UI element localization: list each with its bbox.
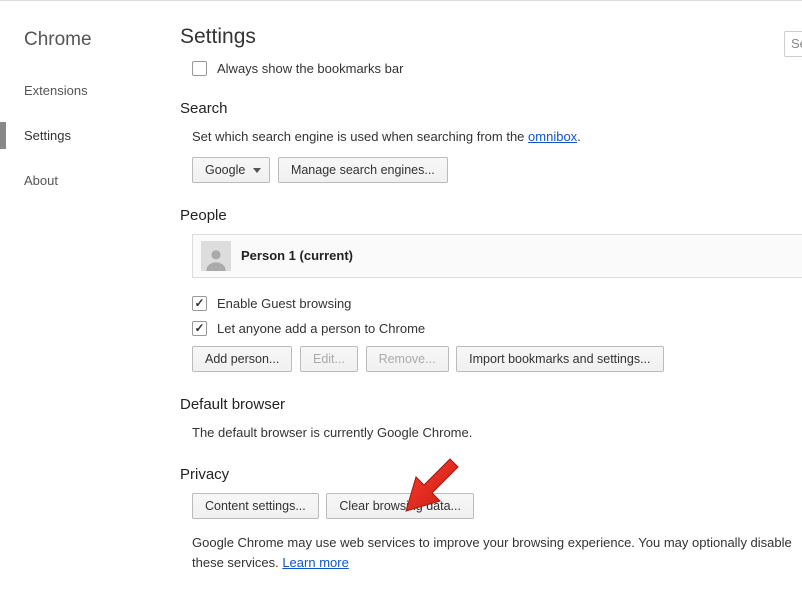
add-person-button[interactable]: Add person... [192,346,292,372]
sidebar: Chrome Extensions Settings About [0,1,170,210]
anyone-add-person-row: Let anyone add a person to Chrome [192,321,802,336]
section-search: Search Set which search engine is used w… [180,100,802,183]
default-browser-text: The default browser is currently Google … [192,423,802,443]
sidebar-item-about[interactable]: About [0,165,170,196]
main-content: Settings Se Always show the bookmarks ba… [180,1,802,596]
sidebar-item-label: Extensions [24,83,88,98]
always-show-bookmarks-row: Always show the bookmarks bar [192,61,802,76]
always-show-bookmarks-checkbox[interactable] [192,61,207,76]
import-bookmarks-button[interactable]: Import bookmarks and settings... [456,346,663,372]
avatar [201,241,231,271]
sidebar-item-label: About [24,173,58,188]
section-heading-privacy: Privacy [180,466,802,483]
always-show-bookmarks-label: Always show the bookmarks bar [217,61,403,76]
section-default-browser: Default browser The default browser is c… [180,396,802,443]
section-appearance-tail: Always show the bookmarks bar [180,61,802,76]
page-title: Settings [180,25,802,49]
guest-browsing-checkbox[interactable] [192,296,207,311]
sidebar-title: Chrome [0,29,170,51]
person-icon [203,245,229,271]
anyone-add-person-checkbox[interactable] [192,321,207,336]
manage-search-engines-button[interactable]: Manage search engines... [278,157,448,183]
sidebar-item-label: Settings [24,128,71,143]
search-engine-selected: Google [205,163,245,177]
content-settings-button[interactable]: Content settings... [192,493,319,519]
guest-browsing-row: Enable Guest browsing [192,296,802,311]
sidebar-item-settings[interactable]: Settings [0,120,170,151]
section-privacy: Privacy Content settings... Clear browsi… [180,466,802,572]
section-heading-people: People [180,207,802,224]
person-name: Person 1 (current) [241,248,353,263]
section-heading-default-browser: Default browser [180,396,802,413]
search-settings-input[interactable]: Se [784,31,802,57]
learn-more-link[interactable]: Learn more [282,555,348,570]
sidebar-item-extensions[interactable]: Extensions [0,75,170,106]
omnibox-link[interactable]: omnibox [528,129,577,144]
search-desc-prefix: Set which search engine is used when sea… [192,129,528,144]
edit-person-button[interactable]: Edit... [300,346,358,372]
section-heading-search: Search [180,100,802,117]
section-people: People Person 1 (current) Enable Guest b… [180,207,802,372]
clear-browsing-data-button[interactable]: Clear browsing data... [326,493,474,519]
anyone-add-person-label: Let anyone add a person to Chrome [217,321,425,336]
privacy-description: Google Chrome may use web services to im… [192,533,802,572]
person-row[interactable]: Person 1 (current) [192,234,802,278]
remove-person-button[interactable]: Remove... [366,346,449,372]
search-description: Set which search engine is used when sea… [192,127,802,147]
guest-browsing-label: Enable Guest browsing [217,296,351,311]
search-engine-select[interactable]: Google [192,157,270,183]
search-desc-suffix: . [577,129,581,144]
chevron-down-icon [253,168,261,173]
